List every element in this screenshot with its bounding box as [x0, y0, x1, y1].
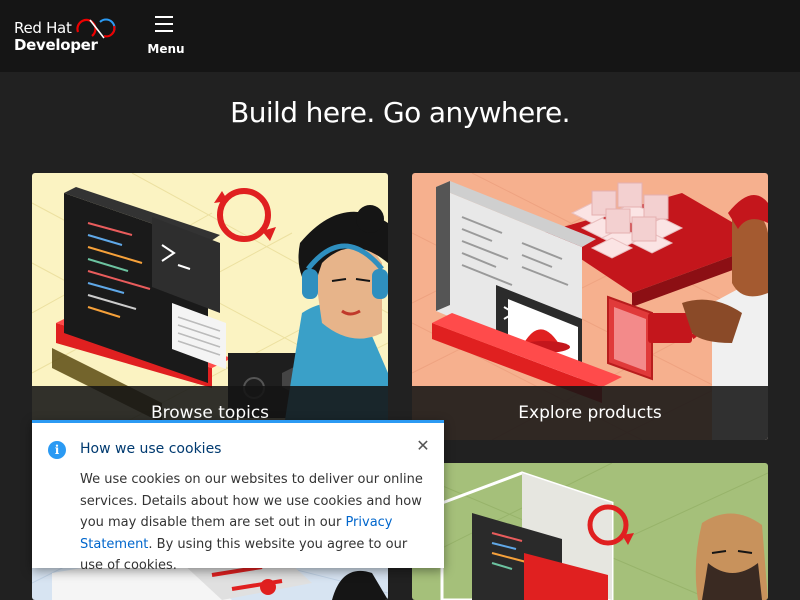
red-hat-developer-logo[interactable]: Red Hat Developer [14, 14, 124, 60]
menu-label: Menu [147, 42, 185, 56]
card-explore-products[interactable]: Explore products [412, 173, 768, 440]
close-icon[interactable]: ✕ [414, 437, 432, 455]
container-illustration [412, 463, 768, 600]
cookie-notice: i How we use cookies ✕ We use cookies on… [32, 420, 444, 573]
menu-button[interactable]: Menu [146, 14, 186, 58]
page-title: Build here. Go anywhere. [230, 96, 570, 129]
info-icon: i [48, 441, 66, 459]
logo-swirl-icon [76, 18, 116, 39]
card-partial-right[interactable] [412, 463, 768, 600]
card-browse-topics[interactable]: Browse topics [32, 173, 388, 440]
cookie-notice-text: We use cookies on our websites to delive… [80, 469, 432, 577]
top-navigation-bar: Red Hat Developer Menu [0, 0, 800, 72]
cookie-notice-title: How we use cookies [80, 441, 222, 457]
hamburger-icon [155, 16, 173, 32]
card-label: Explore products [412, 386, 768, 440]
